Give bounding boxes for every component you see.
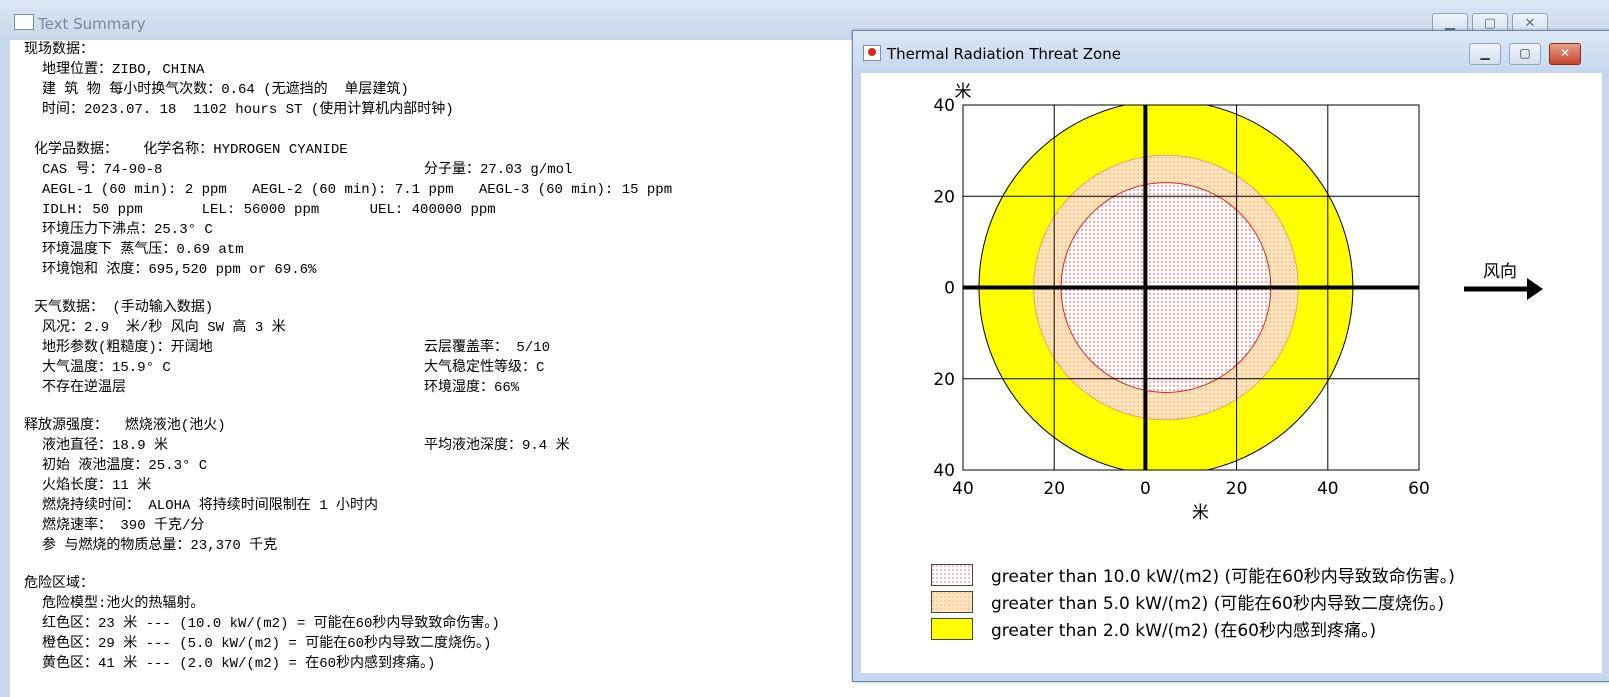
x-axis-unit-label: 米: [1192, 503, 1209, 523]
summary-line: 橙色区：29 米 --- (5.0 kW/(m2) = 可能在60秒内导致二度烧…: [42, 636, 492, 652]
y-tick-label: 20: [933, 187, 955, 207]
threat-zone-chart: 40 20 0 20 40 60402002040米米 风向: [933, 82, 1543, 523]
summary-line: 黄色区：41 米 --- (2.0 kW/(m2) = 在60秒内感到疼痛。): [42, 656, 436, 672]
y-axis-unit-label: 米: [955, 82, 972, 102]
window-title: Text Summary: [38, 15, 146, 33]
summary-line: 地形参数(粗糙度)：开阔地: [42, 340, 213, 356]
wind-label: 风向: [1483, 262, 1517, 282]
summary-line: 环境饱和 浓度：695,520 ppm or 69.6%: [42, 262, 317, 278]
maximize-icon: ▢: [1519, 46, 1531, 60]
x-tick-label: 60: [1408, 479, 1430, 499]
threat-zone-body: 40 20 0 20 40 60 40 20 0 20 40 米米 风向 greater than 1…: [861, 73, 1602, 673]
summary-line: 危险模型:池火的热辐射。: [42, 596, 205, 612]
summary-line: 大气温度：15.9° C: [42, 360, 171, 376]
threat-zone-window-title: Thermal Radiation Threat Zone: [887, 45, 1121, 63]
threat-zone-window: Thermal Radiation Threat Zone ▁ ▢ ✕ 40 20…: [852, 30, 1609, 682]
x-tick-label: 0: [1140, 479, 1151, 499]
legend-swatch: [931, 564, 973, 586]
x-tick-label: 20: [1226, 479, 1248, 499]
close-icon: ✕: [1559, 46, 1571, 60]
legend-swatch: [931, 618, 973, 640]
y-tick-label: 20: [933, 370, 955, 390]
summary-line: 燃烧速率： 390 千克/分: [42, 518, 205, 534]
summary-line: 地理位置：ZIBO, CHINA: [42, 62, 205, 78]
summary-line: 风况：2.9 米/秒 风向 SW 高 3 米: [42, 320, 286, 336]
threat-zone-title-bar[interactable]: Thermal Radiation Threat Zone ▁ ▢ ✕: [853, 31, 1609, 73]
summary-line: 化学品数据： 化学名称：HYDROGEN CYANIDE: [34, 142, 348, 158]
legend-label: greater than 2.0 kW/(m2) (在60秒内感到疼痛。): [991, 621, 1377, 641]
popup-maximize-button[interactable]: ▢: [1509, 43, 1541, 65]
threat-zone-app-icon: [863, 45, 881, 61]
summary-line: CAS 号：74-90-8: [42, 162, 163, 178]
y-tick-label: 40: [933, 96, 955, 116]
summary-line: 初始 液池温度：25.3° C: [42, 458, 208, 474]
y-tick-label: 40: [933, 461, 955, 481]
x-tick-label: 40: [952, 479, 974, 499]
summary-line: 火焰长度：11 米: [42, 478, 152, 494]
summary-line: 分子量：27.03 g/mol: [424, 162, 573, 178]
summary-line: 时间：2023.07. 18 1102 hours ST (使用计算机内部时钟): [42, 102, 454, 118]
wind-arrow-icon: [1527, 278, 1543, 300]
summary-line: 云层覆盖率： 5/10: [424, 340, 551, 356]
summary-line: 危险区域：: [24, 576, 94, 592]
summary-line: 大气稳定性等级：C: [424, 360, 545, 376]
summary-line: 平均液池深度：9.4 米: [424, 438, 570, 454]
summary-line: AEGL-1 (60 min): 2 ppm AEGL-2 (60 min): …: [42, 182, 673, 198]
summary-line: 建 筑 物 每小时换气次数：0.64 (无遮挡的 单层建筑): [42, 82, 409, 98]
x-tick-label: 40: [1317, 479, 1339, 499]
legend-label: greater than 5.0 kW/(m2) (可能在60秒内导致二度烧伤。…: [991, 594, 1445, 614]
summary-line: IDLH: 50 ppm LEL: 56000 ppm UEL: 400000 …: [42, 202, 496, 218]
summary-line: 环境温度下 蒸气压：0.69 atm: [42, 242, 244, 258]
minimize-icon: ▁: [1480, 46, 1490, 60]
summary-line: 现场数据：: [24, 42, 94, 58]
summary-line: 天气数据： (手动输入数据): [34, 300, 214, 316]
legend-swatch: [931, 591, 973, 613]
summary-line: 环境压力下沸点：25.3° C: [42, 222, 213, 238]
wind-direction-indicator: 风向: [1464, 262, 1543, 300]
summary-line: 参 与燃烧的物质总量：23,370 千克: [42, 538, 278, 554]
summary-line: 红色区：23 米 --- (10.0 kW/(m2) = 可能在60秒内导致致命…: [42, 616, 500, 632]
x-tick-label: 20: [1043, 479, 1065, 499]
legend-label: greater than 10.0 kW/(m2) (可能在60秒内导致致命伤害…: [991, 567, 1455, 587]
summary-line: 液池直径：18.9 米: [42, 438, 169, 454]
y-tick-label: 0: [944, 279, 955, 299]
summary-line: 释放源强度： 燃烧液池(池火): [24, 418, 226, 434]
popup-minimize-button[interactable]: ▁: [1469, 43, 1501, 65]
app-window-icon: [14, 14, 34, 30]
popup-close-button[interactable]: ✕: [1549, 43, 1581, 65]
summary-line: 不存在逆温层: [42, 380, 126, 396]
summary-line: 燃烧持续时间： ALOHA 将持续时间限制在 1 小时内: [42, 498, 379, 514]
summary-line: 环境湿度：66%: [424, 380, 520, 396]
